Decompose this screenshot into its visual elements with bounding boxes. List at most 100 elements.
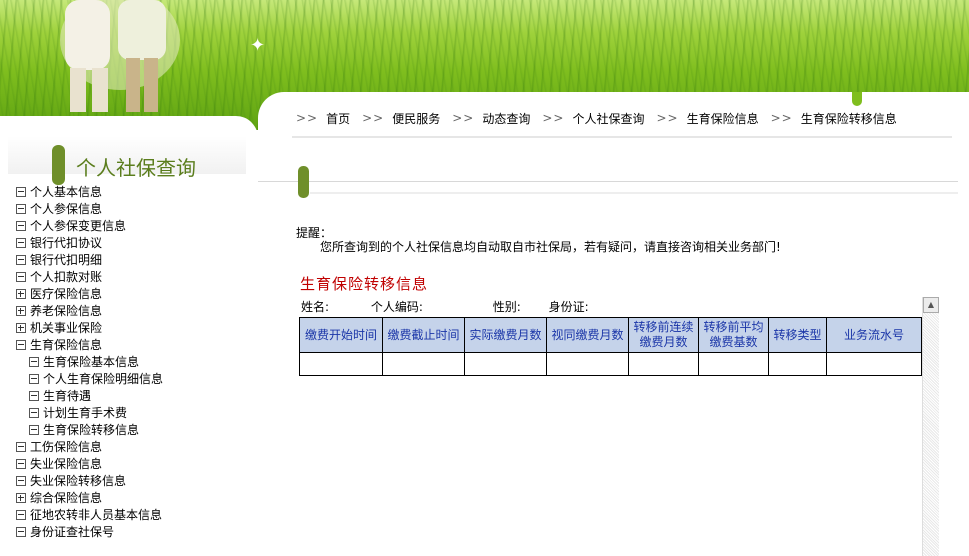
sidebar-item-label: 生育保险基本信息: [43, 355, 140, 369]
sidebar-item-label: 失业保险转移信息: [30, 474, 127, 488]
table-cell: [826, 352, 922, 376]
table-cell: [768, 352, 827, 376]
section-title: 生育保险转移信息: [300, 275, 429, 293]
sidebar-item[interactable]: 工伤保险信息: [16, 439, 256, 456]
sidebar-item-label: 个人参保信息: [30, 202, 103, 216]
sidebar-item-label: 身份证查社保号: [30, 525, 115, 539]
expand-plus-icon[interactable]: [16, 493, 26, 503]
sidebar-title-marker: [52, 145, 65, 185]
collapse-minus-icon[interactable]: [29, 408, 39, 418]
person-info-row: 姓名: 个人编码: 性别: 身份证:: [301, 298, 627, 315]
sidebar-item-label: 综合保险信息: [30, 491, 103, 505]
collapse-minus-icon[interactable]: [16, 221, 26, 231]
sidebar-item[interactable]: 身份证查社保号: [16, 524, 256, 541]
sidebar-item-label: 工伤保险信息: [30, 440, 103, 454]
collapse-minus-icon[interactable]: [29, 357, 39, 367]
collapse-minus-icon[interactable]: [16, 204, 26, 214]
collapse-minus-icon[interactable]: [29, 425, 39, 435]
sidebar-item-label: 个人参保变更信息: [30, 219, 127, 233]
sidebar-item[interactable]: 失业保险信息: [16, 456, 256, 473]
sidebar-subitem[interactable]: 生育保险基本信息: [16, 354, 256, 371]
content-divider: [258, 181, 958, 182]
reminder-text: 您所查询到的个人社保信息均自动取自市社保局，若有疑问，请直接咨询相关业务部门!: [320, 240, 781, 254]
table-header-row: 缴费开始时间 缴费截止时间 实际缴费月数 视同缴费月数 转移前连续缴费月数 转移前平均缴费…: [299, 317, 922, 353]
sidebar-item[interactable]: 个人扣款对账: [16, 269, 256, 286]
breadcrumb-item[interactable]: 生育保险信息: [687, 110, 759, 127]
table-cell: [628, 352, 699, 376]
table-cell: [698, 352, 769, 376]
collapse-minus-icon[interactable]: [29, 391, 39, 401]
sidebar-item[interactable]: 机关事业保险: [16, 320, 256, 337]
collapse-minus-icon[interactable]: [29, 374, 39, 384]
collapse-minus-icon[interactable]: [16, 459, 26, 469]
sidebar-item-label: 机关事业保险: [30, 321, 103, 335]
collapse-minus-icon[interactable]: [16, 442, 26, 452]
sidebar-title: 个人社保查询: [76, 156, 196, 180]
breadcrumb-item[interactable]: 个人社保查询: [572, 110, 644, 127]
sidebar-item-label: 征地农转非人员基本信息: [30, 508, 163, 522]
sidebar-item[interactable]: 失业保险转移信息: [16, 473, 256, 490]
collapse-minus-icon[interactable]: [16, 340, 26, 350]
breadcrumb: >> 首页 >> 便民服务 >> 动态查询 >> 个人社保查询 >> 生育保险信息 >> 生育保险转移…: [296, 108, 909, 128]
breadcrumb-item[interactable]: 便民服务: [392, 110, 440, 127]
sidebar-item-label: 个人基本信息: [30, 185, 103, 199]
breadcrumb-separator: >>: [452, 111, 475, 125]
collapse-minus-icon[interactable]: [16, 510, 26, 520]
breadcrumb-separator: >>: [296, 111, 319, 125]
sidebar-item[interactable]: 养老保险信息: [16, 303, 256, 320]
sidebar-item[interactable]: 个人参保信息: [16, 201, 256, 218]
table-cell: [382, 352, 465, 376]
transfer-table: 缴费开始时间 缴费截止时间 实际缴费月数 视同缴费月数 转移前连续缴费月数 转移前平均缴费…: [299, 317, 922, 376]
sidebar-item[interactable]: 银行代扣协议: [16, 235, 256, 252]
collapse-minus-icon[interactable]: [16, 476, 26, 486]
breadcrumb-separator: >>: [770, 111, 793, 125]
table-cell: [546, 352, 629, 376]
breadcrumb-divider: [292, 136, 952, 138]
table-column-header: 转移前连续缴费月数: [628, 317, 699, 353]
sidebar-subitem[interactable]: 计划生育手术费: [16, 405, 256, 422]
sidebar-item-label: 个人扣款对账: [30, 270, 103, 284]
collapse-minus-icon[interactable]: [16, 238, 26, 248]
table-column-header: 实际缴费月数: [464, 317, 547, 353]
content-divider-shade: [310, 192, 958, 194]
sidebar-item[interactable]: 生育保险信息: [16, 337, 256, 354]
expand-plus-icon[interactable]: [16, 306, 26, 316]
table-column-header: 视同缴费月数: [546, 317, 629, 353]
sidebar-item-label: 生育待遇: [43, 389, 92, 403]
sidebar-subitem[interactable]: 生育保险转移信息: [16, 422, 256, 439]
sidebar-item[interactable]: 个人参保变更信息: [16, 218, 256, 235]
vertical-scrollbar[interactable]: ▲: [922, 297, 939, 556]
expand-plus-icon[interactable]: [16, 289, 26, 299]
sidebar-subitem[interactable]: 生育待遇: [16, 388, 256, 405]
sidebar-item-label: 生育保险转移信息: [43, 423, 140, 437]
gender-label: 性别:: [492, 300, 521, 314]
breadcrumb-separator: >>: [542, 111, 565, 125]
breadcrumb-item[interactable]: 动态查询: [482, 110, 530, 127]
sidebar-item[interactable]: 医疗保险信息: [16, 286, 256, 303]
breadcrumb-item[interactable]: 生育保险转移信息: [801, 110, 897, 127]
transfer-table-container: 缴费开始时间 缴费截止时间 实际缴费月数 视同缴费月数 转移前连续缴费月数 转移前平均缴费…: [299, 317, 922, 376]
sidebar-subitem[interactable]: 个人生育保险明细信息: [16, 371, 256, 388]
table-column-header: 业务流水号: [826, 317, 922, 353]
table-cell: [464, 352, 547, 376]
sparkle-icon: ✦: [250, 35, 266, 56]
table-column-header: 转移类型: [768, 317, 827, 353]
sidebar-item[interactable]: 银行代扣明细: [16, 252, 256, 269]
collapse-minus-icon[interactable]: [16, 187, 26, 197]
sidebar-tree: 个人基本信息 个人参保信息个人参保变更信息银行代扣协议 银行代扣明细 个人扣款对账医疗…: [16, 184, 256, 541]
breadcrumb-item[interactable]: 首页: [326, 110, 350, 127]
collapse-minus-icon[interactable]: [16, 272, 26, 282]
sidebar-item[interactable]: 综合保险信息: [16, 490, 256, 507]
person-id-label: 个人编码:: [370, 300, 423, 314]
expand-plus-icon[interactable]: [16, 323, 26, 333]
collapse-minus-icon[interactable]: [16, 527, 26, 537]
sidebar-item[interactable]: 征地农转非人员基本信息: [16, 507, 256, 524]
collapse-minus-icon[interactable]: [16, 255, 26, 265]
scroll-up-arrow-icon[interactable]: ▲: [923, 297, 939, 313]
sidebar-item[interactable]: 个人基本信息: [16, 184, 256, 201]
sidebar-item-label: 养老保险信息: [30, 304, 103, 318]
sidebar-item-label: 计划生育手术费: [43, 406, 128, 420]
table-row: [299, 352, 922, 376]
sidebar-item-label: 银行代扣明细: [30, 253, 103, 267]
sidebar-item-label: 个人生育保险明细信息: [43, 372, 164, 386]
